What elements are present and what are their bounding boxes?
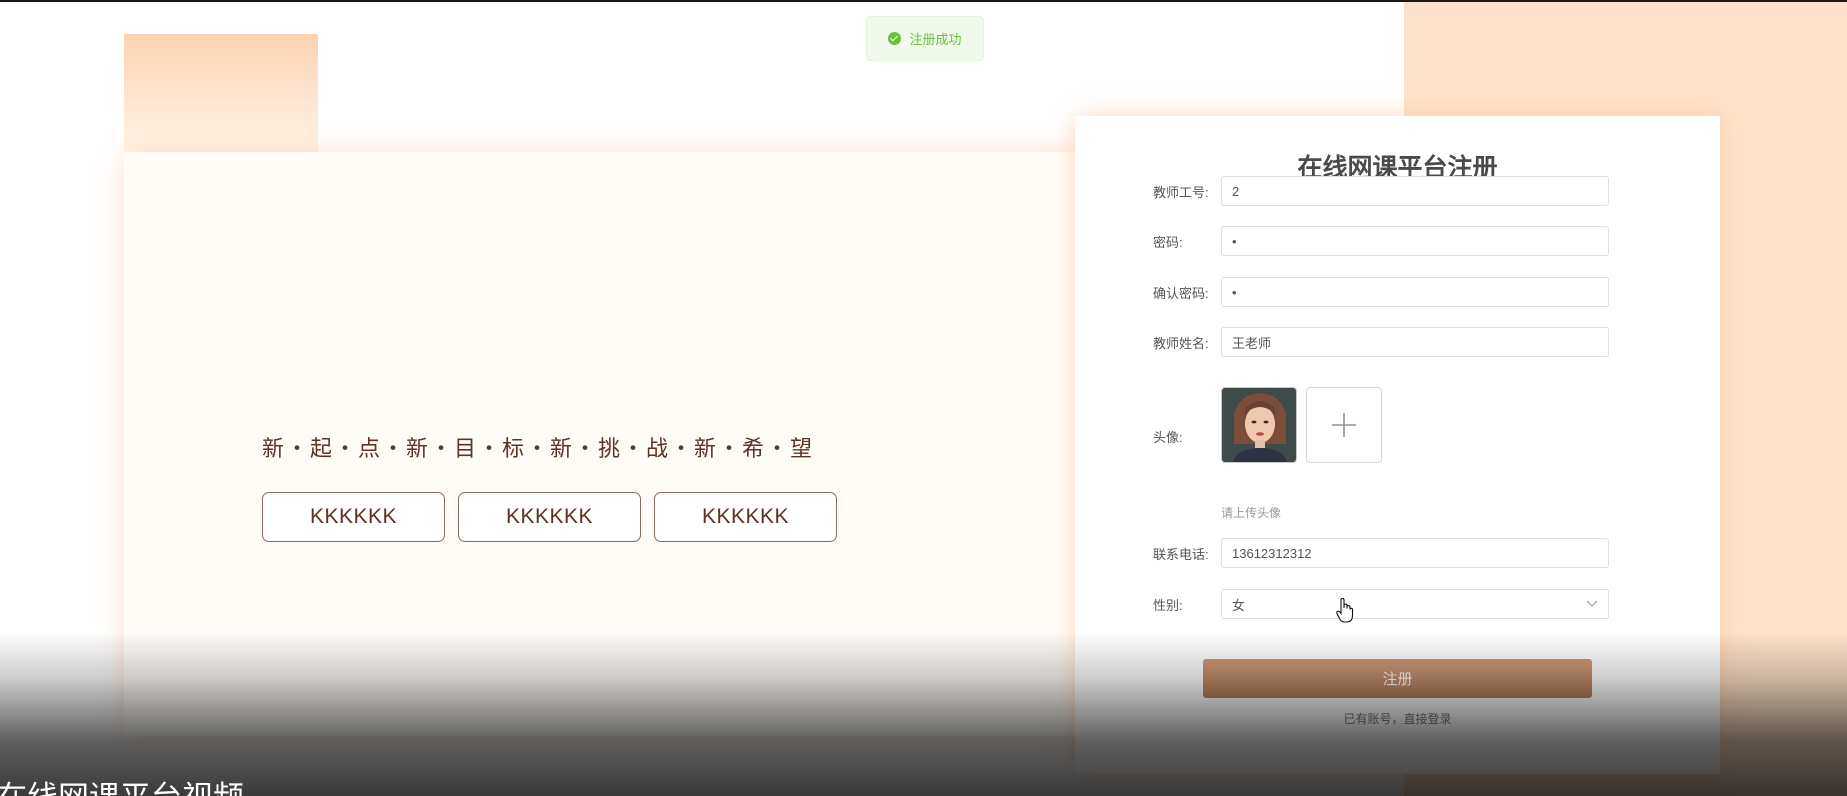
row-teacher-id: 教师工号: 2 — [1153, 176, 1609, 206]
register-button[interactable]: 注册 — [1203, 659, 1592, 698]
hero-button-1[interactable]: KKKKKK — [262, 492, 445, 542]
teacher-name-label: 教师姓名: — [1153, 335, 1209, 351]
plus-icon — [1332, 413, 1356, 437]
password-input[interactable]: • — [1221, 226, 1609, 256]
row-gender: 性别: 女 — [1153, 589, 1609, 619]
teacher-id-label: 教师工号: — [1153, 184, 1209, 200]
avatar-upload — [1221, 387, 1382, 463]
gender-selected-value: 女 — [1232, 597, 1246, 613]
hand-pointer-cursor-icon — [1336, 598, 1354, 623]
confirm-password-input[interactable]: • — [1221, 277, 1609, 307]
avatar-image[interactable] — [1221, 387, 1297, 463]
confirm-password-label: 确认密码: — [1153, 285, 1209, 301]
login-link[interactable]: 已有账号，直接登录 — [1075, 710, 1720, 727]
gender-select[interactable]: 女 — [1221, 589, 1609, 619]
success-check-icon — [888, 32, 902, 45]
teacher-id-input[interactable]: 2 — [1221, 176, 1609, 206]
row-confirm-password: 确认密码: • — [1153, 277, 1609, 307]
teacher-name-input[interactable]: 王老师 — [1221, 327, 1609, 357]
hero-button-group: KKKKKK KKKKKK KKKKKK — [262, 492, 837, 542]
screen: 新・起・点・新・目・标・新・挑・战・新・希・望 KKKKKK KKKKKK KK… — [0, 0, 1847, 796]
row-phone: 联系电话: 13612312312 — [1153, 538, 1609, 568]
phone-label: 联系电话: — [1153, 546, 1209, 562]
row-password: 密码: • — [1153, 226, 1609, 256]
register-card: 在线网课平台注册 教师工号: 2 密码: • 确认密码: • 教师姓名: 王老师… — [1075, 116, 1720, 774]
success-toast: 注册成功 — [866, 16, 984, 61]
hero-button-3[interactable]: KKKKKK — [654, 492, 837, 542]
row-avatar: 头像: — [1153, 387, 1382, 463]
avatar-add-button[interactable] — [1306, 387, 1382, 463]
chevron-down-icon — [1586, 600, 1598, 607]
hero-slogan: 新・起・点・新・目・标・新・挑・战・新・希・望 — [262, 437, 815, 462]
password-label: 密码: — [1153, 234, 1183, 250]
gender-label: 性别: — [1153, 597, 1183, 613]
row-teacher-name: 教师姓名: 王老师 — [1153, 327, 1609, 357]
toast-message: 注册成功 — [909, 32, 962, 47]
hero-button-2[interactable]: KKKKKK — [458, 492, 641, 542]
video-title: 在线网课平台视频 — [0, 772, 244, 796]
phone-input[interactable]: 13612312312 — [1221, 538, 1609, 568]
avatar-label: 头像: — [1153, 429, 1183, 445]
decorative-block-left — [124, 34, 318, 164]
avatar-upload-hint: 请上传头像 — [1221, 506, 1282, 520]
